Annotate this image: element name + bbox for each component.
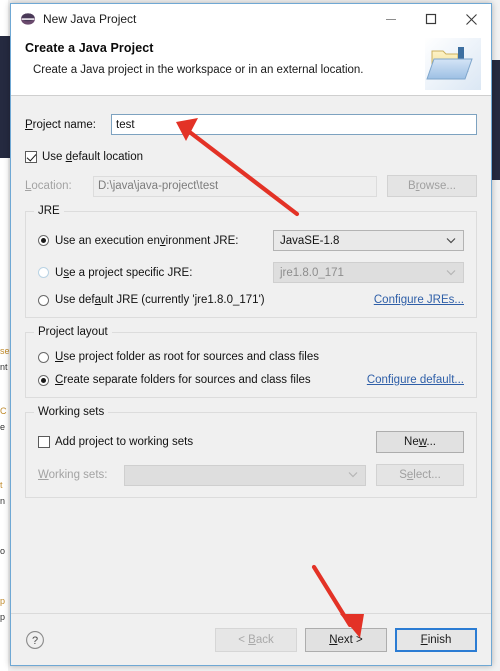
chevron-down-icon — [348, 469, 358, 481]
java-project-folder-icon — [425, 38, 481, 90]
page-title: Create a Java Project — [25, 41, 154, 55]
project-name-row: Project name: test — [25, 114, 477, 135]
project-layout-group: Project layout Use project folder as roo… — [25, 326, 477, 398]
add-to-working-sets-row[interactable]: Add project to working sets New... — [38, 431, 464, 453]
working-sets-combo — [124, 464, 366, 486]
finish-button[interactable]: Finish — [395, 627, 477, 652]
back-button-label: < Back — [238, 633, 274, 646]
jre-execution-environment-value: JavaSE-1.8 — [280, 234, 340, 247]
location-label: Location: — [25, 180, 72, 192]
jre-default-radio[interactable] — [38, 294, 49, 306]
jre-option-project-specific[interactable]: Use a project specific JRE: jre1.8.0_171 — [38, 262, 464, 283]
help-icon[interactable]: ? — [25, 630, 45, 650]
project-layout-group-title: Project layout — [34, 326, 112, 338]
svg-text:?: ? — [32, 635, 38, 647]
add-to-working-sets-checkbox[interactable] — [38, 436, 50, 448]
project-layout-option-root[interactable]: Use project folder as root for sources a… — [38, 351, 464, 363]
select-working-set-button: Select... — [376, 464, 464, 486]
add-to-working-sets-label: Add project to working sets — [55, 436, 194, 448]
close-icon[interactable] — [451, 5, 491, 34]
back-button: < Back — [215, 627, 297, 652]
backdrop-label: p — [0, 596, 6, 606]
minimize-icon[interactable] — [371, 5, 411, 34]
working-sets-row: Working sets: Select... — [38, 464, 464, 486]
jre-group: JRE Use an execution environment JRE: Ja… — [25, 205, 477, 318]
new-working-set-button[interactable]: New... — [376, 431, 464, 453]
jre-execution-environment-radio[interactable] — [38, 235, 49, 246]
jre-option-execution-environment[interactable]: Use an execution environment JRE: JavaSE… — [38, 230, 464, 251]
dialog-body: Project name: test Use default location … — [11, 96, 491, 613]
backdrop-label: C — [0, 406, 7, 416]
eclipse-icon — [20, 11, 36, 27]
working-sets-label: Working sets: — [38, 469, 108, 481]
working-sets-group: Working sets Add project to working sets… — [25, 406, 477, 498]
project-name-input[interactable]: test — [111, 114, 477, 135]
location-input: D:\java\java-project\test — [93, 175, 377, 197]
backdrop-label: n — [0, 496, 6, 506]
backdrop-label: p — [0, 612, 6, 622]
new-java-project-dialog: New Java Project Create a Java Project C… — [10, 3, 492, 666]
dialog-title: New Java Project — [43, 12, 137, 26]
jre-project-specific-radio[interactable] — [38, 267, 49, 278]
chevron-down-icon — [446, 267, 456, 279]
project-layout-separate-label: Create separate folders for sources and … — [55, 374, 311, 386]
configure-default-link[interactable]: Configure default... — [367, 374, 464, 386]
backdrop-label: nt — [0, 362, 8, 372]
project-name-value: test — [116, 118, 135, 131]
use-default-location-checkbox[interactable] — [25, 151, 37, 163]
jre-group-title: JRE — [34, 205, 64, 217]
backdrop-label: se — [0, 346, 10, 356]
jre-project-specific-combo: jre1.8.0_171 — [273, 262, 464, 283]
dialog-footer: ? < Back Next > Finish — [11, 613, 491, 665]
select-working-set-label: Select... — [399, 469, 441, 481]
dialog-header: Create a Java Project Create a Java proj… — [11, 34, 491, 96]
location-value: D:\java\java-project\test — [98, 180, 219, 192]
next-button-label: Next > — [329, 633, 363, 646]
next-button[interactable]: Next > — [305, 627, 387, 652]
use-default-location-row[interactable]: Use default location — [25, 151, 477, 163]
location-row: Location: D:\java\java-project\test Brow… — [25, 175, 477, 197]
backdrop-label: e — [0, 422, 6, 432]
new-working-set-label: New... — [404, 436, 436, 448]
use-default-location-label: Use default location — [42, 151, 144, 163]
dialog-titlebar[interactable]: New Java Project — [11, 4, 491, 34]
finish-button-label: Finish — [420, 633, 452, 646]
maximize-icon[interactable] — [411, 5, 451, 34]
jre-execution-environment-combo[interactable]: JavaSE-1.8 — [273, 230, 464, 251]
project-layout-root-label: Use project folder as root for sources a… — [55, 351, 319, 363]
jre-project-specific-label: Use a project specific JRE: — [55, 266, 193, 279]
project-layout-option-separate[interactable]: Create separate folders for sources and … — [38, 374, 464, 386]
jre-option-default[interactable]: Use default JRE (currently 'jre1.8.0_171… — [38, 294, 464, 306]
backdrop-label: o — [0, 546, 6, 556]
project-layout-separate-radio[interactable] — [38, 374, 49, 386]
project-layout-root-radio[interactable] — [38, 351, 49, 363]
project-name-label-text: roject name: — [32, 118, 96, 131]
jre-project-specific-value: jre1.8.0_171 — [280, 266, 344, 279]
working-sets-group-title: Working sets — [34, 406, 109, 418]
browse-button-label: Browse... — [408, 180, 456, 192]
jre-default-label: Use default JRE (currently 'jre1.8.0_171… — [55, 294, 265, 306]
project-name-label: Project name: — [25, 118, 96, 131]
configure-jres-link[interactable]: Configure JREs... — [374, 294, 464, 306]
browse-button: Browse... — [387, 175, 477, 197]
page-subtitle: Create a Java project in the workspace o… — [33, 64, 364, 76]
jre-execution-environment-label: Use an execution environment JRE: — [55, 234, 239, 247]
backdrop-label: t — [0, 480, 3, 490]
chevron-down-icon — [446, 235, 456, 247]
